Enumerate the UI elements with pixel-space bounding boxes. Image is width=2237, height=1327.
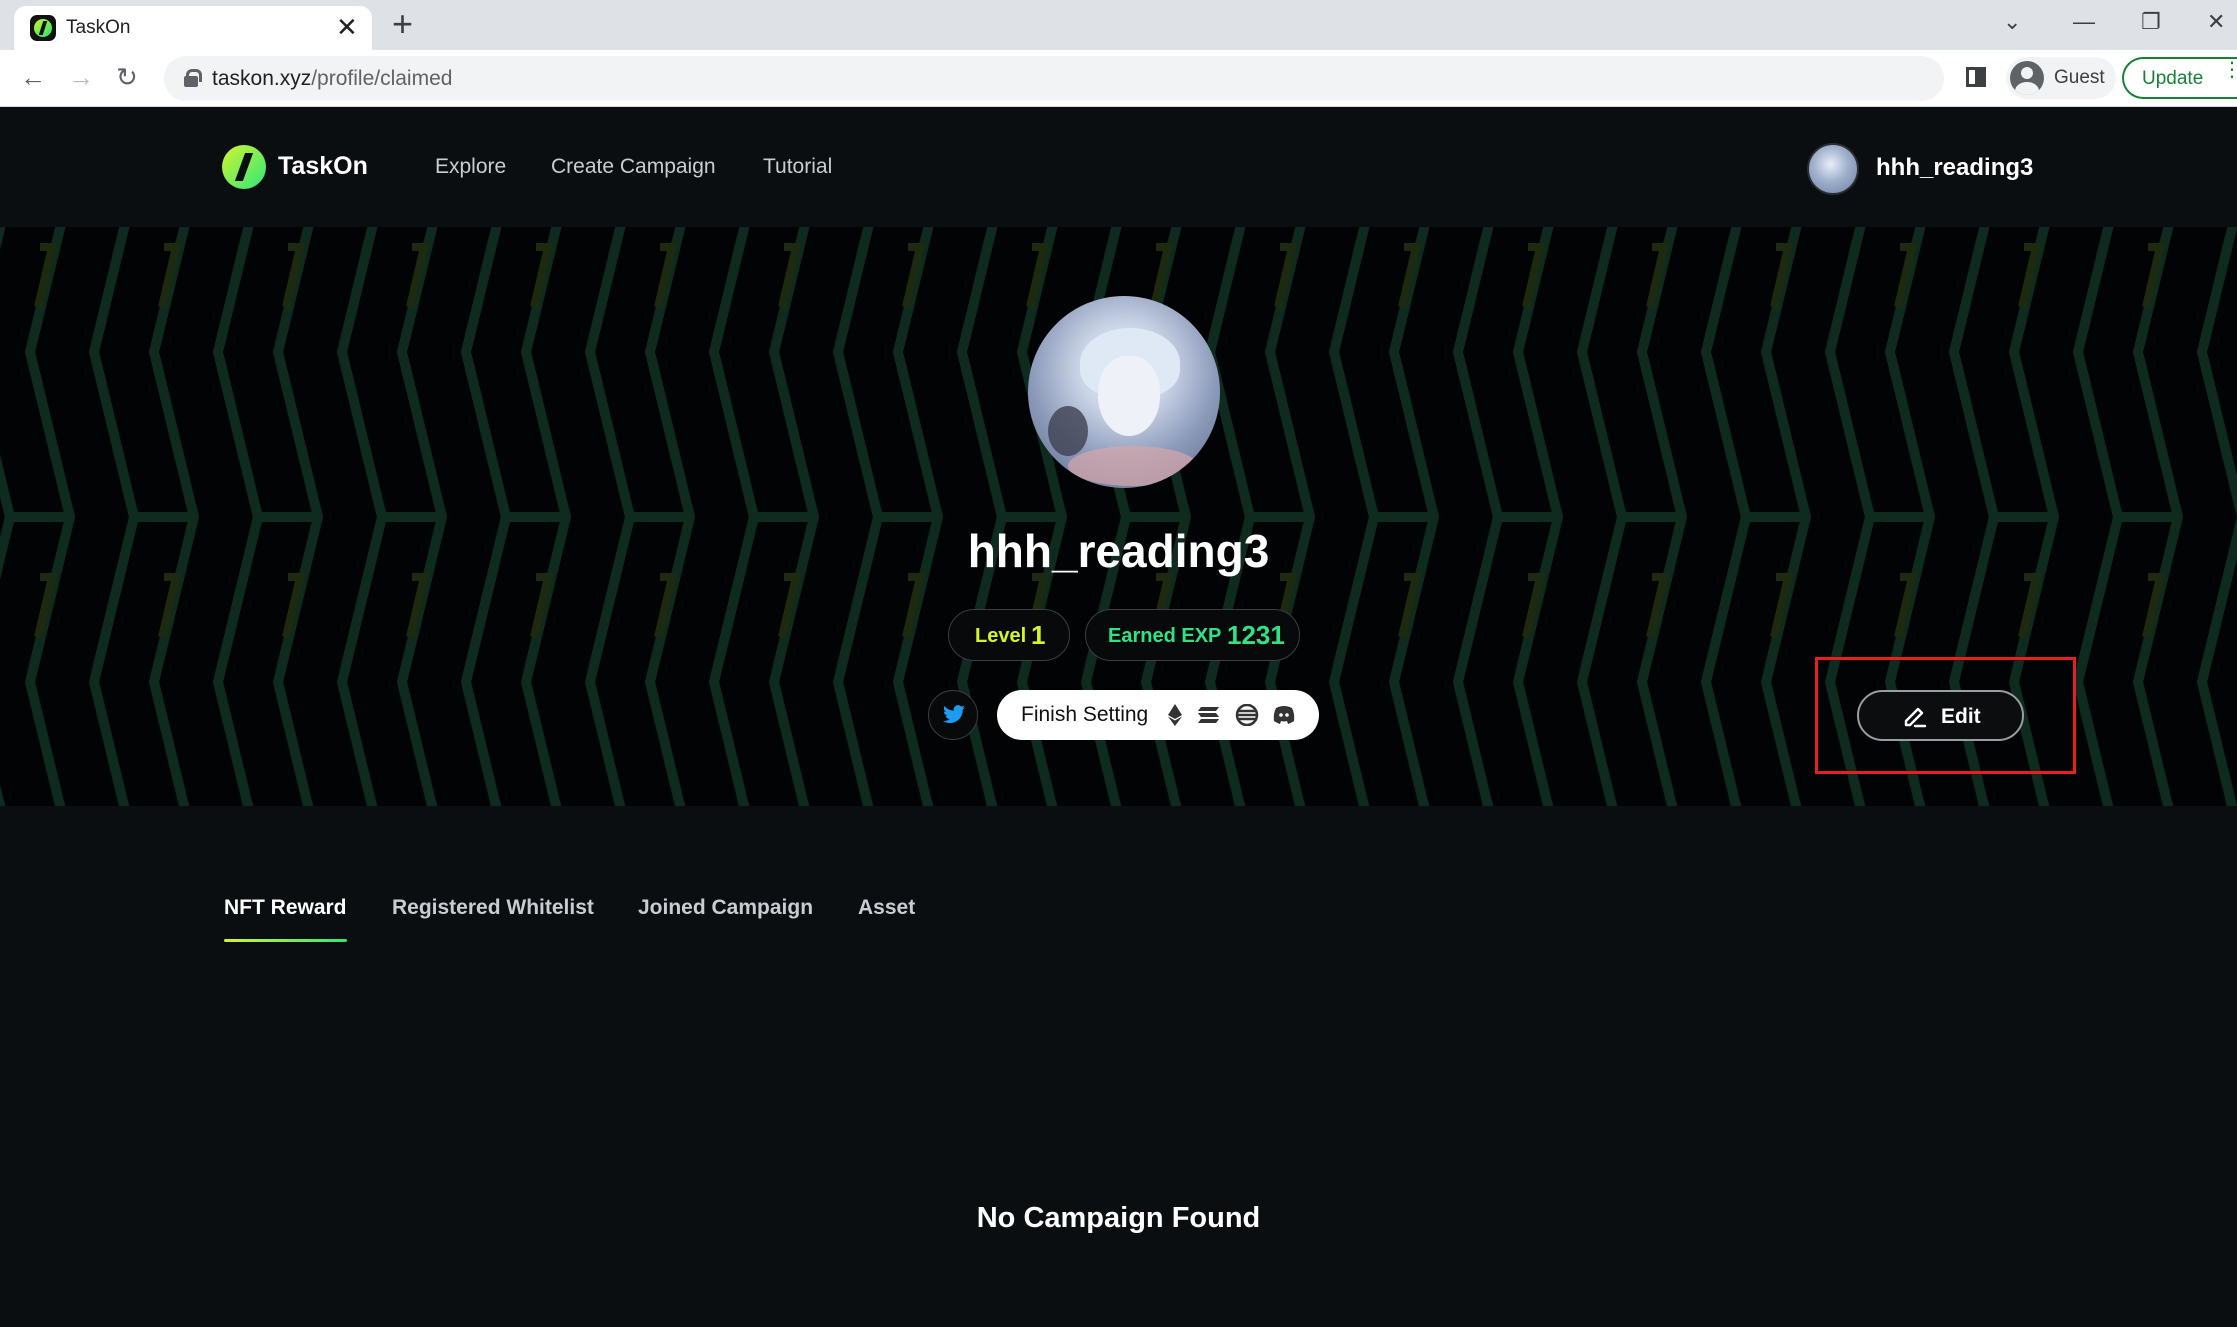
level-value: 1 [1031, 620, 1046, 650]
back-icon[interactable]: ← [20, 62, 46, 92]
discord-icon [1273, 706, 1295, 724]
nav-create-campaign[interactable]: Create Campaign [551, 155, 716, 179]
guest-avatar-icon [2010, 61, 2044, 95]
active-tab-indicator [224, 939, 347, 942]
exp-badge: Earned EXP 1231 [1085, 609, 1300, 661]
tab-registered-whitelist[interactable]: Registered Whitelist [392, 896, 594, 920]
browser-tab[interactable]: TaskOn ✕ [14, 6, 372, 50]
tab-title: TaskOn [66, 17, 131, 38]
close-window-icon[interactable]: ✕ [2207, 8, 2225, 36]
profile-banner: hhh_reading3 Level 1 Earned EXP 1231 Fin… [0, 227, 2237, 806]
brand-name[interactable]: TaskOn [278, 152, 368, 181]
tab-joined-campaign[interactable]: Joined Campaign [638, 896, 813, 920]
forward-icon[interactable]: → [68, 62, 94, 92]
restore-icon[interactable]: ❐ [2141, 8, 2161, 36]
address-bar: ← → ↻ taskon.xyz/profile/claimed Guest U… [0, 50, 2237, 107]
nav-explore[interactable]: Explore [435, 155, 506, 179]
nav-tutorial[interactable]: Tutorial [763, 155, 832, 179]
annotation-highlight-box [1815, 657, 2076, 774]
update-button[interactable]: Update ⋮ [2122, 57, 2237, 99]
browser-tab-bar: TaskOn ✕ + ⌄ — ❐ ✕ [0, 0, 2237, 50]
exp-value: 1231 [1227, 620, 1285, 650]
solana-icon [1198, 707, 1219, 723]
site-header: TaskOn Explore Create Campaign Tutorial … [0, 107, 2237, 227]
reload-icon[interactable]: ↻ [116, 62, 138, 92]
profile-avatar [1028, 296, 1220, 488]
twitter-icon [943, 705, 965, 724]
taskon-logo-icon[interactable] [222, 145, 266, 189]
profile-name: hhh_reading3 [967, 525, 1270, 577]
exp-label: Earned EXP [1108, 625, 1222, 647]
taskon-favicon-icon [30, 15, 56, 41]
header-avatar[interactable] [1807, 143, 1859, 195]
minimize-icon[interactable]: — [2073, 8, 2095, 36]
lock-icon [184, 69, 202, 87]
ethereum-icon [1168, 704, 1182, 726]
header-username[interactable]: hhh_reading3 [1876, 154, 2033, 182]
side-panel-icon[interactable] [1966, 67, 1986, 87]
new-tab-button[interactable]: + [392, 6, 413, 42]
tab-nft-reward[interactable]: NFT Reward [224, 896, 347, 920]
more-menu-icon[interactable]: ⋮ [2222, 60, 2237, 80]
finish-setting-label: Finish Setting [1021, 703, 1149, 726]
level-label: Level [975, 625, 1027, 647]
level-badge: Level 1 [948, 609, 1070, 661]
update-label: Update [2142, 68, 2204, 89]
url-input[interactable]: taskon.xyz/profile/claimed [164, 56, 1944, 101]
starknet-icon [1235, 704, 1259, 726]
guest-label: Guest [2054, 67, 2105, 88]
guest-profile-button[interactable]: Guest [2006, 57, 2116, 99]
empty-state-message: No Campaign Found [976, 1202, 1261, 1234]
tab-close-icon[interactable]: ✕ [336, 13, 358, 41]
tab-asset[interactable]: Asset [858, 896, 915, 920]
url-text: taskon.xyz/profile/claimed [212, 67, 453, 90]
tab-search-icon[interactable]: ⌄ [2003, 8, 2021, 36]
profile-tabs-section: NFT Reward Registered Whitelist Joined C… [0, 806, 2237, 1327]
finish-setting-button[interactable]: Finish Setting [997, 690, 1319, 740]
twitter-button[interactable] [928, 690, 978, 740]
